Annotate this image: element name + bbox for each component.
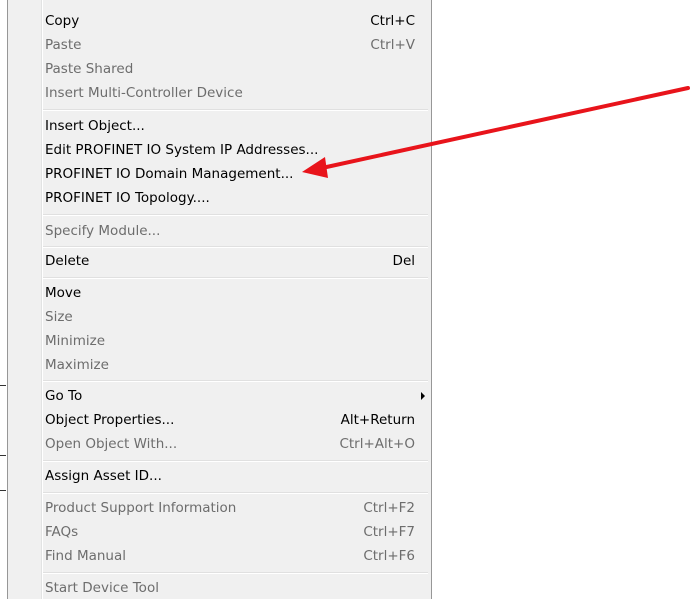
annotation-arrow [302, 86, 690, 178]
annotation-arrow-shaft [320, 86, 690, 170]
annotation-arrow-head-icon [302, 157, 328, 178]
